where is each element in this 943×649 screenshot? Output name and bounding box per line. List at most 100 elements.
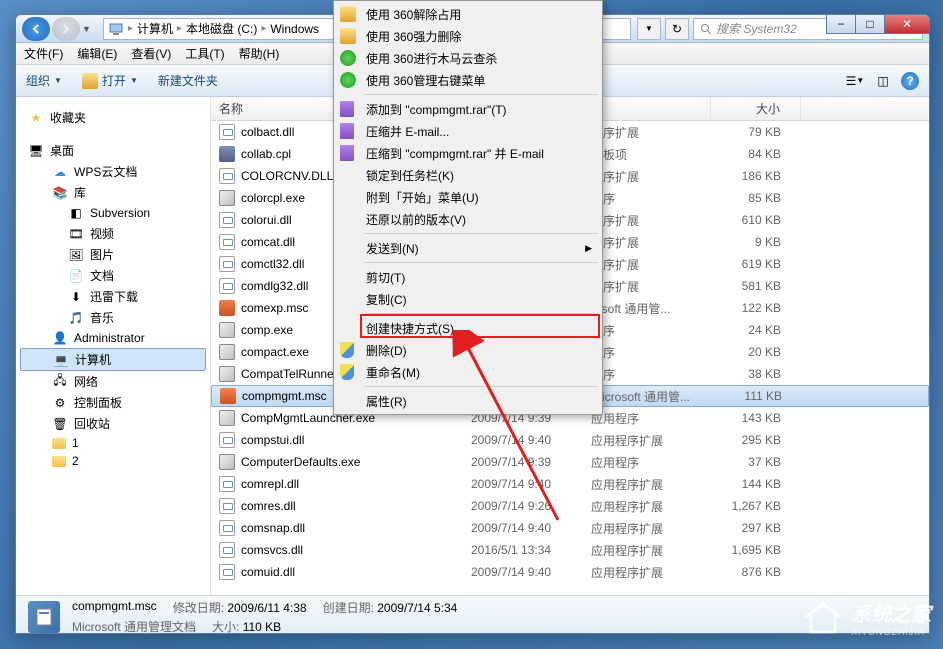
crumb-folder[interactable]: Windows	[270, 22, 319, 36]
sidebar-subversion[interactable]: ◧Subversion	[20, 203, 206, 223]
file-row[interactable]: comsvcs.dll2016/5/1 13:34应用程序扩展1,695 KB	[211, 539, 929, 561]
file-type: 程序扩展	[591, 234, 711, 251]
menu-help[interactable]: 帮助(H)	[239, 45, 280, 62]
file-size: 581 KB	[711, 279, 801, 293]
file-row[interactable]: compstui.dll2009/7/14 9:40应用程序扩展295 KB	[211, 429, 929, 451]
file-row[interactable]: comuid.dll2009/7/14 9:40应用程序扩展876 KB	[211, 561, 929, 583]
dll-icon	[219, 168, 235, 184]
cm-compress-email[interactable]: 压缩并 E-mail...	[336, 120, 600, 142]
file-type: 应用程序	[591, 454, 711, 471]
file-row[interactable]: ComputerDefaults.exe2009/7/14 9:39应用程序37…	[211, 451, 929, 473]
sidebar-folder-2[interactable]: 2	[20, 452, 206, 470]
cm-delete[interactable]: 删除(D)	[336, 339, 600, 361]
file-size: 295 KB	[711, 433, 801, 447]
refresh-button[interactable]: ▼	[637, 18, 661, 40]
minimize-button[interactable]: −	[826, 14, 856, 34]
statusbar-filetype: Microsoft 通用管理文档	[72, 618, 196, 635]
maximize-button[interactable]: □	[855, 14, 885, 34]
column-size[interactable]: 大小	[711, 97, 801, 120]
file-name: colbact.dll	[241, 125, 294, 139]
sidebar-folder-1[interactable]: 1	[20, 434, 206, 452]
file-type: 应用程序扩展	[591, 564, 711, 581]
cm-restore-prev[interactable]: 还原以前的版本(V)	[336, 208, 600, 230]
cm-properties[interactable]: 属性(R)	[336, 390, 600, 412]
crumb-computer[interactable]: 计算机	[137, 20, 173, 37]
file-row[interactable]: comrepl.dll2009/7/14 9:40应用程序扩展144 KB	[211, 473, 929, 495]
new-folder-button[interactable]: 新建文件夹	[158, 72, 218, 89]
file-name: compmgmt.msc	[242, 389, 327, 403]
sidebar-computer[interactable]: 💻计算机	[20, 348, 206, 371]
sidebar-control-panel[interactable]: ⚙控制面板	[20, 392, 206, 413]
exe-icon	[219, 410, 235, 426]
crumb-drive[interactable]: 本地磁盘 (C:)	[186, 20, 257, 37]
cm-send-to[interactable]: 发送到(N)▶	[336, 237, 600, 259]
file-type: Microsoft 通用管...	[592, 388, 712, 405]
menu-view[interactable]: 查看(V)	[131, 45, 171, 62]
menu-tools[interactable]: 工具(T)	[185, 45, 224, 62]
cpl-icon	[219, 146, 235, 162]
cm-360-delete[interactable]: 使用 360强力删除	[336, 25, 600, 47]
cm-create-shortcut[interactable]: 创建快捷方式(S)	[336, 317, 600, 339]
file-type: 程序扩展	[591, 278, 711, 295]
view-options-button[interactable]: ☰ ▼	[845, 71, 865, 91]
dll-icon	[219, 212, 235, 228]
cm-360-menu[interactable]: 使用 360管理右键菜单	[336, 69, 600, 91]
sidebar-documents[interactable]: 📄文档	[20, 265, 206, 286]
cm-cut[interactable]: 剪切(T)	[336, 266, 600, 288]
nav-dropdown-icon[interactable]: ▼	[82, 24, 91, 34]
sidebar-desktop[interactable]: 🖥桌面	[20, 140, 206, 161]
cm-rename[interactable]: 重命名(M)	[336, 361, 600, 383]
file-size: 79 KB	[711, 125, 801, 139]
file-name: COLORCNV.DLL	[241, 169, 333, 183]
help-button[interactable]: ?	[901, 72, 919, 90]
sidebar-network[interactable]: 🖧网络	[20, 371, 206, 392]
sidebar-music[interactable]: 🎵音乐	[20, 307, 206, 328]
rar-icon	[340, 123, 354, 139]
refresh-button-2[interactable]: ↻	[665, 18, 689, 40]
cm-add-rar[interactable]: 添加到 "compmgmt.rar"(T)	[336, 98, 600, 120]
cm-360-trojan[interactable]: 使用 360进行木马云查杀	[336, 47, 600, 69]
sidebar-libraries[interactable]: 📚库	[20, 182, 206, 203]
file-name: comsnap.dll	[241, 521, 305, 535]
sidebar-videos[interactable]: 🎞视频	[20, 223, 206, 244]
file-name: comdlg32.dll	[241, 279, 308, 293]
sidebar-wps[interactable]: ☁WPS云文档	[20, 161, 206, 182]
column-type[interactable]	[591, 97, 711, 120]
file-row[interactable]: comsnap.dll2009/7/14 9:40应用程序扩展297 KB	[211, 517, 929, 539]
cm-360-unlock[interactable]: 使用 360解除占用	[336, 3, 600, 25]
close-button[interactable]: ✕	[884, 14, 930, 34]
menu-edit[interactable]: 编辑(E)	[77, 45, 117, 62]
nav-forward-button[interactable]	[52, 17, 80, 41]
dll-icon	[219, 124, 235, 140]
cloud-icon: ☁	[52, 164, 68, 180]
cm-pin-taskbar[interactable]: 锁定到任务栏(K)	[336, 164, 600, 186]
dll-icon	[219, 542, 235, 558]
sidebar-pictures[interactable]: 🖼图片	[20, 244, 206, 265]
file-type: rosoft 通用管...	[591, 300, 711, 317]
library-icon: 📚	[52, 185, 68, 201]
file-size: 37 KB	[711, 455, 801, 469]
file-date: 2009/7/14 9:26	[471, 499, 591, 513]
file-name: comres.dll	[241, 499, 296, 513]
sidebar-xunlei[interactable]: ⬇迅雷下载	[20, 286, 206, 307]
preview-pane-button[interactable]: ◫	[873, 71, 893, 91]
statusbar-created: 2009/7/14 5:34	[377, 601, 457, 615]
sidebar-favorites[interactable]: ★收藏夹	[20, 107, 206, 128]
file-name: comrepl.dll	[241, 477, 299, 491]
cm-copy[interactable]: 复制(C)	[336, 288, 600, 310]
file-size: 186 KB	[711, 169, 801, 183]
exe-icon	[219, 366, 235, 382]
cm-pin-start[interactable]: 附到「开始」菜单(U)	[336, 186, 600, 208]
recycle-icon: 🗑	[52, 416, 68, 432]
menu-file[interactable]: 文件(F)	[24, 45, 63, 62]
cm-compress-rar-email[interactable]: 压缩到 "compmgmt.rar" 并 E-mail	[336, 142, 600, 164]
organize-button[interactable]: 组织 ▼	[26, 72, 62, 89]
sidebar-recycle-bin[interactable]: 🗑回收站	[20, 413, 206, 434]
video-icon: 🎞	[68, 226, 84, 242]
open-button[interactable]: 打开 ▼	[82, 72, 138, 89]
folder-icon	[340, 28, 356, 44]
nav-back-button[interactable]	[22, 17, 50, 41]
file-row[interactable]: comres.dll2009/7/14 9:26应用程序扩展1,267 KB	[211, 495, 929, 517]
sidebar-admin[interactable]: 👤Administrator	[20, 328, 206, 348]
download-icon: ⬇	[68, 289, 84, 305]
